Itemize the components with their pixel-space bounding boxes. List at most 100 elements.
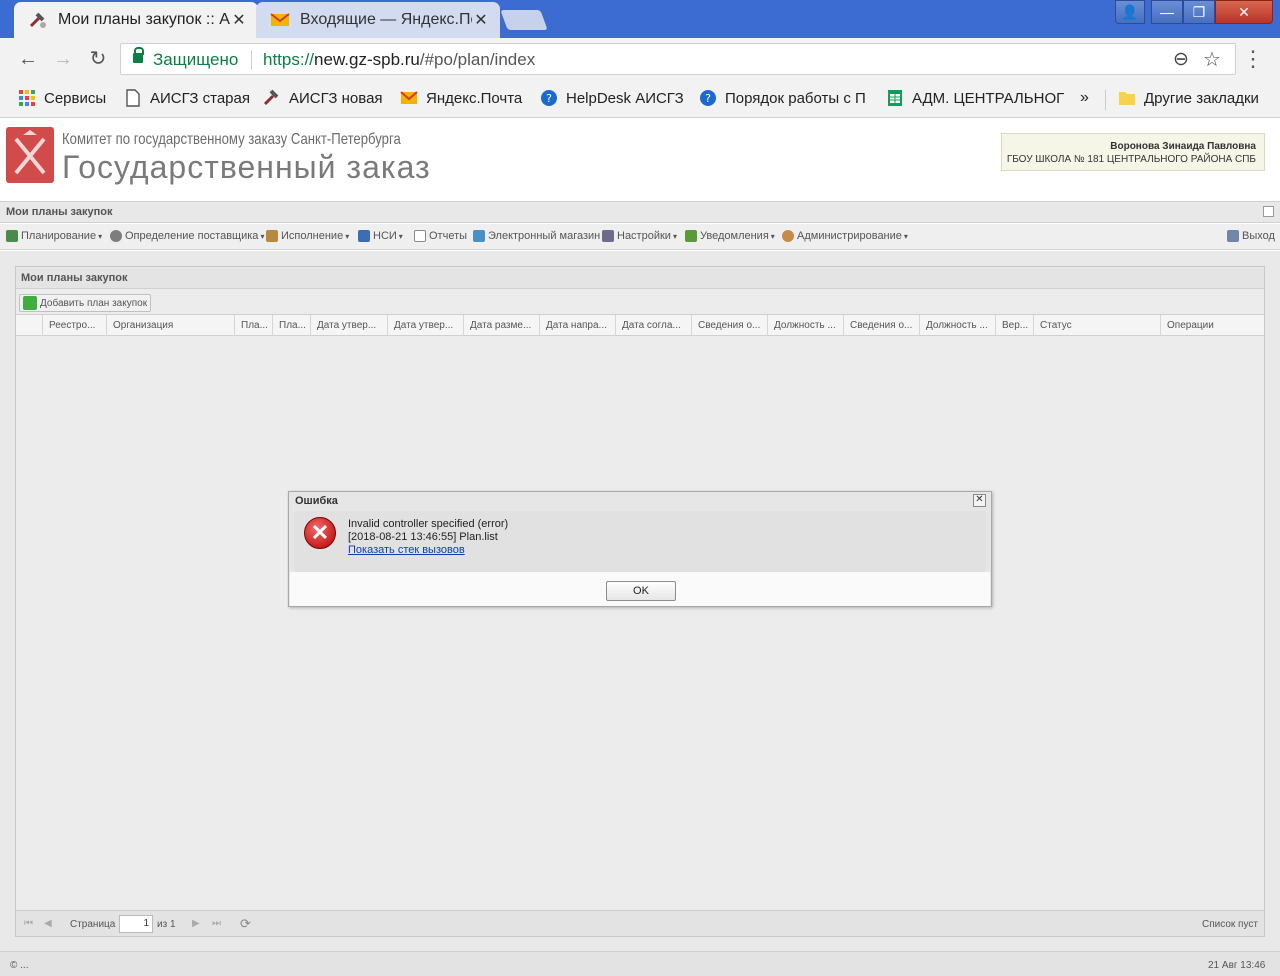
execution-icon	[266, 230, 278, 242]
menu-execution[interactable]: Исполнение ▾	[266, 230, 349, 242]
reload-button[interactable]: ↻	[86, 48, 110, 70]
divider	[1105, 90, 1106, 110]
column-header[interactable]: Должность ...	[919, 315, 995, 336]
refresh-icon[interactable]: ⟳	[240, 916, 251, 932]
coat-of-arms-icon	[6, 127, 54, 183]
error-message: Invalid controller specified (error)	[348, 518, 509, 530]
supplier-icon	[110, 230, 122, 242]
planning-icon	[6, 230, 18, 242]
column-header[interactable]: Операции	[1160, 315, 1264, 336]
tab-my-plans[interactable]: Мои планы закупок :: АИ ✕	[14, 2, 258, 38]
dialog-title: Ошибка	[295, 495, 338, 507]
bookmark-aisgz-old[interactable]: АИСГЗ старая	[124, 89, 250, 107]
tab-yandex-mail[interactable]: Входящие — Яндекс.Поч ✕	[256, 2, 500, 38]
menu-label: Планирование	[21, 230, 97, 242]
mail-icon	[270, 13, 290, 26]
show-stack-trace-link[interactable]: Показать стек вызовов	[348, 544, 465, 556]
chevron-down-icon: ▾	[398, 231, 403, 241]
last-page-icon[interactable]: ⏭	[212, 918, 221, 929]
ok-button[interactable]: OK	[606, 581, 676, 601]
column-header[interactable]: Дата утвер...	[310, 315, 387, 336]
bookmark-adm-central[interactable]: АДМ. ЦЕНТРАЛЬНОГ	[886, 89, 1064, 107]
bookmark-aisgz-new[interactable]: АИСГЗ новая	[263, 89, 383, 107]
column-header[interactable]: Статус	[1033, 315, 1160, 336]
page-number-input[interactable]: 1	[119, 915, 153, 933]
column-header[interactable]: Дата разме...	[463, 315, 539, 336]
menu-e-shop[interactable]: Электронный магазин	[473, 230, 600, 242]
book-icon	[358, 230, 370, 242]
browser-tab-strip: Мои планы закупок :: АИ ✕ Входящие — Янд…	[0, 0, 1280, 38]
error-dialog: Ошибка ✕ ✕ Invalid controller specified …	[288, 491, 992, 607]
help-icon: ?	[700, 90, 716, 106]
bookmark-work-order[interactable]: ? Порядок работы с П	[699, 89, 866, 107]
collapse-button[interactable]	[1263, 206, 1274, 217]
column-header[interactable]: Дата напра...	[539, 315, 615, 336]
back-button[interactable]: ←	[16, 48, 40, 70]
column-header[interactable]: Вер...	[995, 315, 1033, 336]
user-name: Воронова Зинаида Павловна	[1110, 141, 1256, 152]
column-header[interactable]: Дата согла...	[615, 315, 691, 336]
zoom-icon[interactable]: ⊖	[1173, 48, 1189, 71]
bookmark-other[interactable]: Другие закладки	[1118, 89, 1259, 107]
address-bar[interactable]: Защищено https://new.gz-spb.ru/#po/plan/…	[120, 43, 1236, 75]
column-header[interactable]: Сведения о...	[691, 315, 767, 336]
bookmark-helpdesk[interactable]: ? HelpDesk АИСГЗ	[540, 89, 684, 107]
star-icon[interactable]: ☆	[1203, 47, 1221, 72]
menu-label: Выход	[1242, 230, 1275, 242]
menu-settings[interactable]: Настройки ▾	[602, 230, 677, 242]
column-header[interactable]: Должность ...	[767, 315, 843, 336]
bookmark-label: АДМ. ЦЕНТРАЛЬНОГ	[912, 89, 1065, 107]
menu-label: Отчеты	[429, 230, 468, 242]
menu-label: НСИ	[373, 230, 397, 242]
close-window-button[interactable]: ✕	[1215, 0, 1273, 24]
page-count: из 1	[157, 919, 176, 930]
tab-title: Мои планы закупок :: АИ	[58, 11, 230, 28]
column-header[interactable]: Организация	[106, 315, 234, 336]
bookmark-services[interactable]: Сервисы	[18, 89, 106, 107]
add-plan-button[interactable]: Добавить план закупок	[19, 294, 151, 312]
main-menu: Планирование ▾ Определение поставщика ▾ Ис…	[0, 224, 1280, 250]
minimize-button[interactable]: —	[1151, 0, 1183, 24]
column-header[interactable]: Пла...	[234, 315, 272, 336]
next-page-icon[interactable]: ▶	[192, 918, 200, 929]
menu-planning[interactable]: Планирование ▾	[6, 230, 102, 242]
menu-label: Определение поставщика	[125, 230, 259, 242]
logout-button[interactable]: Выход	[1227, 230, 1275, 242]
bookmarks-overflow-button[interactable]: »	[1080, 89, 1089, 107]
column-header[interactable]: Реестро...	[42, 315, 106, 336]
column-header[interactable]: Пла...	[272, 315, 310, 336]
first-page-icon[interactable]: ⏮	[24, 918, 33, 929]
column-header[interactable]: Сведения о...	[843, 315, 919, 336]
dialog-close-button[interactable]: ✕	[973, 494, 986, 507]
menu-reports[interactable]: Отчеты	[414, 230, 467, 242]
tab-close-button[interactable]: ✕	[230, 10, 248, 30]
page-label: Страница	[70, 919, 116, 930]
new-tab-button[interactable]	[500, 10, 548, 30]
dialog-footer: OK	[290, 572, 990, 606]
help-icon: ?	[541, 90, 557, 106]
tab-close-button[interactable]: ✕	[472, 10, 490, 30]
chrome-menu-button[interactable]: ⋮	[1241, 48, 1265, 70]
menu-supplier[interactable]: Определение поставщика ▾	[110, 230, 264, 242]
bookmark-yandex-mail[interactable]: Яндекс.Почта	[400, 89, 522, 107]
tab-title: Входящие — Яндекс.Поч	[300, 11, 472, 28]
column-header[interactable]: Дата утвер...	[387, 315, 463, 336]
notification-icon	[685, 230, 697, 242]
bookmark-label: Яндекс.Почта	[426, 89, 523, 107]
restore-button[interactable]: ❐	[1183, 0, 1215, 24]
menu-notifications[interactable]: Уведомления ▾	[685, 230, 775, 242]
menu-label: Электронный магазин	[488, 230, 601, 242]
column-header-select[interactable]	[16, 315, 42, 336]
page-icon	[126, 89, 140, 107]
logout-icon	[1227, 230, 1239, 242]
add-plan-label: Добавить план закупок	[40, 297, 148, 309]
menu-nsi[interactable]: НСИ ▾	[358, 230, 403, 242]
url-text[interactable]: https://new.gz-spb.ru/#po/plan/index	[263, 50, 535, 70]
svg-text:?: ?	[546, 92, 552, 105]
secure-label: Защищено	[153, 50, 239, 69]
profile-button[interactable]: 👤	[1115, 0, 1145, 24]
pagination-toolbar: ⏮ ◀ Страница 1 из 1 ▶ ⏭ ⟳ Список пуст	[16, 910, 1264, 936]
menu-administration[interactable]: Администрирование ▾	[782, 230, 908, 242]
prev-page-icon[interactable]: ◀	[44, 918, 52, 929]
forward-button[interactable]: →	[51, 48, 75, 70]
